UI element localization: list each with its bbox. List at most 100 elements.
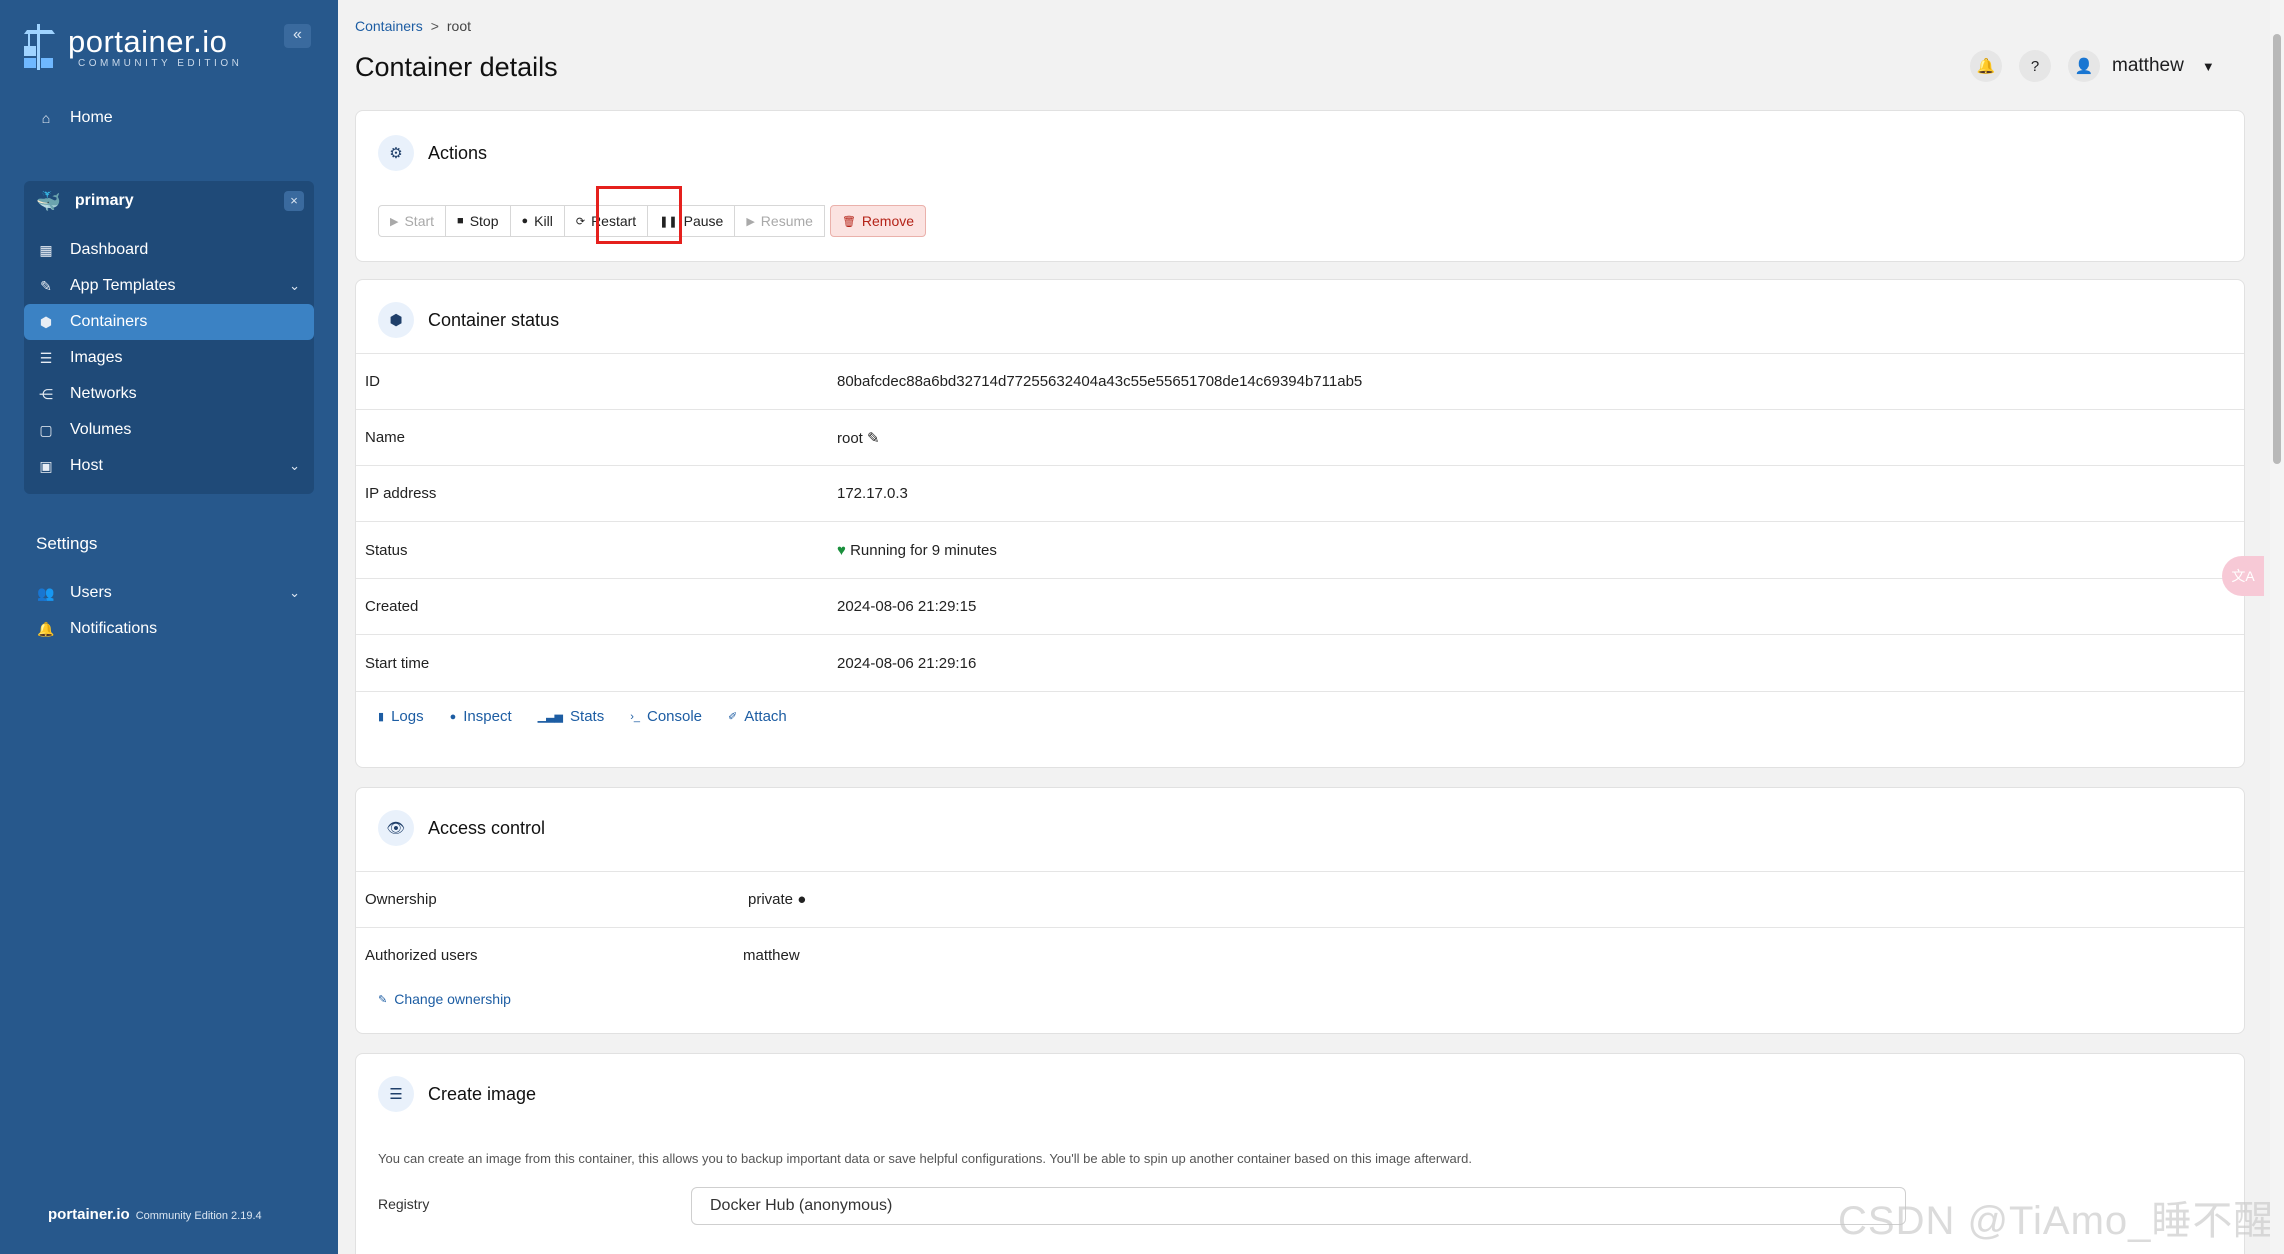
bar-chart-icon: ▁▃▅	[537, 711, 564, 723]
kill-button[interactable]: ● Kill	[509, 205, 565, 237]
sidebar-item-label: Images	[70, 349, 123, 366]
sidebar-item-app-templates[interactable]: ✎ App Templates ⌄	[24, 268, 314, 304]
registry-select[interactable]: Docker Hub (anonymous)	[691, 1187, 1906, 1225]
authorized-users-value: matthew	[743, 947, 800, 964]
watermark: CSDN @TiAmo_睡不醒	[1838, 1199, 2275, 1243]
stop-button[interactable]: ■ Stop	[445, 205, 511, 237]
translate-icon[interactable]: 文A	[2222, 556, 2264, 596]
list-icon: ☰	[378, 1076, 414, 1112]
authorized-users-label: Authorized users	[365, 947, 478, 964]
breadcrumb-containers-link[interactable]: Containers	[355, 18, 423, 34]
heartbeat-icon: ♥	[837, 542, 846, 559]
inspect-link[interactable]: ● Inspect	[450, 708, 512, 725]
info-dot-icon: ●	[797, 891, 807, 908]
crane-logo-icon	[24, 24, 55, 70]
sidebar-item-label: App Templates	[70, 277, 176, 294]
sidebar-item-label: Containers	[70, 313, 148, 330]
sidebar-item-notifications[interactable]: 🔔 Notifications	[24, 611, 314, 647]
host-icon: ▣	[39, 457, 53, 474]
close-environment-button[interactable]: ×	[284, 191, 304, 211]
environment-header[interactable]: 🐳 primary ×	[24, 181, 314, 221]
list-icon: ☰	[39, 349, 53, 366]
scrollbar-thumb[interactable]	[2273, 34, 2281, 464]
sidebar-item-volumes[interactable]: ▢ Volumes	[24, 412, 314, 448]
sidebar-item-host[interactable]: ▣ Host ⌄	[24, 448, 314, 484]
nav-home[interactable]: ⌂ Home	[24, 100, 314, 136]
settings-heading: Settings	[36, 534, 98, 553]
status-header: ⬢ Container status	[378, 302, 559, 338]
file-icon: ▮	[378, 711, 385, 723]
collapse-sidebar-button[interactable]: «	[284, 24, 311, 48]
row-divider	[356, 691, 2244, 692]
volume-icon: ▢	[39, 421, 53, 438]
inspect-label: Inspect	[463, 708, 512, 725]
sidebar-item-dashboard[interactable]: ▦ Dashboard	[24, 232, 314, 268]
pause-label: Pause	[683, 213, 724, 229]
row-value: root	[837, 430, 863, 447]
console-link[interactable]: ›_ Console	[630, 708, 702, 725]
page-title: Container details	[355, 52, 558, 82]
chevron-down-icon[interactable]: ⌄	[289, 278, 300, 294]
sidebar-item-label: Networks	[70, 385, 137, 402]
refresh-icon: ⟳	[575, 215, 586, 228]
sidebar-item-networks[interactable]: ⋲ Networks	[24, 376, 314, 412]
attach-link[interactable]: ✐ Attach	[728, 708, 787, 725]
create-image-header: ☰ Create image	[378, 1076, 536, 1112]
row-value: 80bafcdec88a6bd32714d77255632404a43c55e5…	[837, 373, 1363, 390]
chevron-down-icon[interactable]: ⌄	[289, 458, 300, 474]
console-label: Console	[646, 708, 703, 725]
registry-label: Registry	[378, 1196, 430, 1212]
footer-edition: Community Edition 2.19.4	[135, 1210, 262, 1222]
page-scrollbar[interactable]	[2270, 0, 2284, 1254]
actions-title: Actions	[428, 142, 488, 163]
actions-header: ⚙ Actions	[378, 135, 487, 171]
users-icon: 👥	[37, 584, 55, 601]
sidebar-item-users[interactable]: 👥 Users ⌄	[24, 575, 314, 611]
remove-button[interactable]: 🗑 Remove	[829, 205, 927, 237]
table-row: ID 80bafcdec88a6bd32714d77255632404a43c5…	[356, 353, 2244, 409]
edit-name-icon[interactable]: ✎	[867, 430, 880, 447]
start-button[interactable]: ▶ Start	[378, 205, 447, 237]
bell-icon: 🔔	[37, 620, 55, 637]
eye-icon: 👁	[378, 810, 414, 846]
stats-link[interactable]: ▁▃▅ Stats	[538, 708, 605, 725]
status-title: Container status	[428, 309, 560, 330]
sidebar-item-label: Host	[70, 457, 103, 474]
cube-icon: ⬢	[378, 302, 414, 338]
table-row: Authorized users matthew	[356, 927, 2244, 983]
bomb-icon: ●	[521, 215, 529, 227]
edit-icon: ✎	[40, 277, 52, 294]
row-value-wrap: ♥ Running for 9 minutes	[837, 542, 997, 559]
user-avatar-icon[interactable]: 👤	[2068, 50, 2100, 82]
row-value: 172.17.0.3	[837, 485, 908, 502]
logo-sub: COMMUNITY EDITION	[78, 57, 243, 69]
row-key: Status	[365, 542, 408, 559]
breadcrumb-separator: >	[430, 18, 439, 34]
row-value: 2024-08-06 21:29:15	[837, 598, 977, 615]
info-icon: ●	[449, 710, 457, 723]
notification-bell-icon[interactable]: 🔔	[1970, 50, 2002, 82]
sidebar-item-images[interactable]: ☰ Images	[24, 340, 314, 376]
breadcrumb: Containers > root	[355, 18, 471, 34]
edit-icon: ✎	[378, 993, 388, 1006]
change-ownership-link[interactable]: ✎ Change ownership	[378, 991, 511, 1007]
user-menu-name[interactable]: matthew	[2112, 55, 2184, 77]
sidebar-item-containers[interactable]: ⬢ Containers	[24, 304, 314, 340]
row-key: ID	[365, 373, 380, 390]
table-row: Status ♥ Running for 9 minutes	[356, 521, 2244, 578]
resume-button[interactable]: ▶ Resume	[734, 205, 825, 237]
trash-icon: 🗑	[841, 215, 856, 228]
resume-label: Resume	[760, 213, 813, 229]
container-links: ▮ Logs ● Inspect ▁▃▅ Stats ›_ Console ✐ Attac…	[378, 708, 813, 725]
row-key: IP address	[365, 485, 437, 502]
help-icon[interactable]: ?	[2019, 50, 2051, 82]
portainer-logo[interactable]: portainer.io COMMUNITY EDITION	[22, 22, 242, 72]
chevron-down-icon[interactable]: ⌄	[289, 585, 300, 601]
caret-down-icon[interactable]: ▼	[2202, 59, 2215, 74]
gear-icon: ⚙	[378, 135, 414, 171]
sidebar-footer: portainer.io Community Edition 2.19.4	[48, 1206, 262, 1223]
logs-label: Logs	[391, 708, 424, 725]
box-icon: ⬢	[39, 313, 53, 330]
logs-link[interactable]: ▮ Logs	[378, 708, 424, 725]
restart-highlight-box	[596, 186, 682, 244]
